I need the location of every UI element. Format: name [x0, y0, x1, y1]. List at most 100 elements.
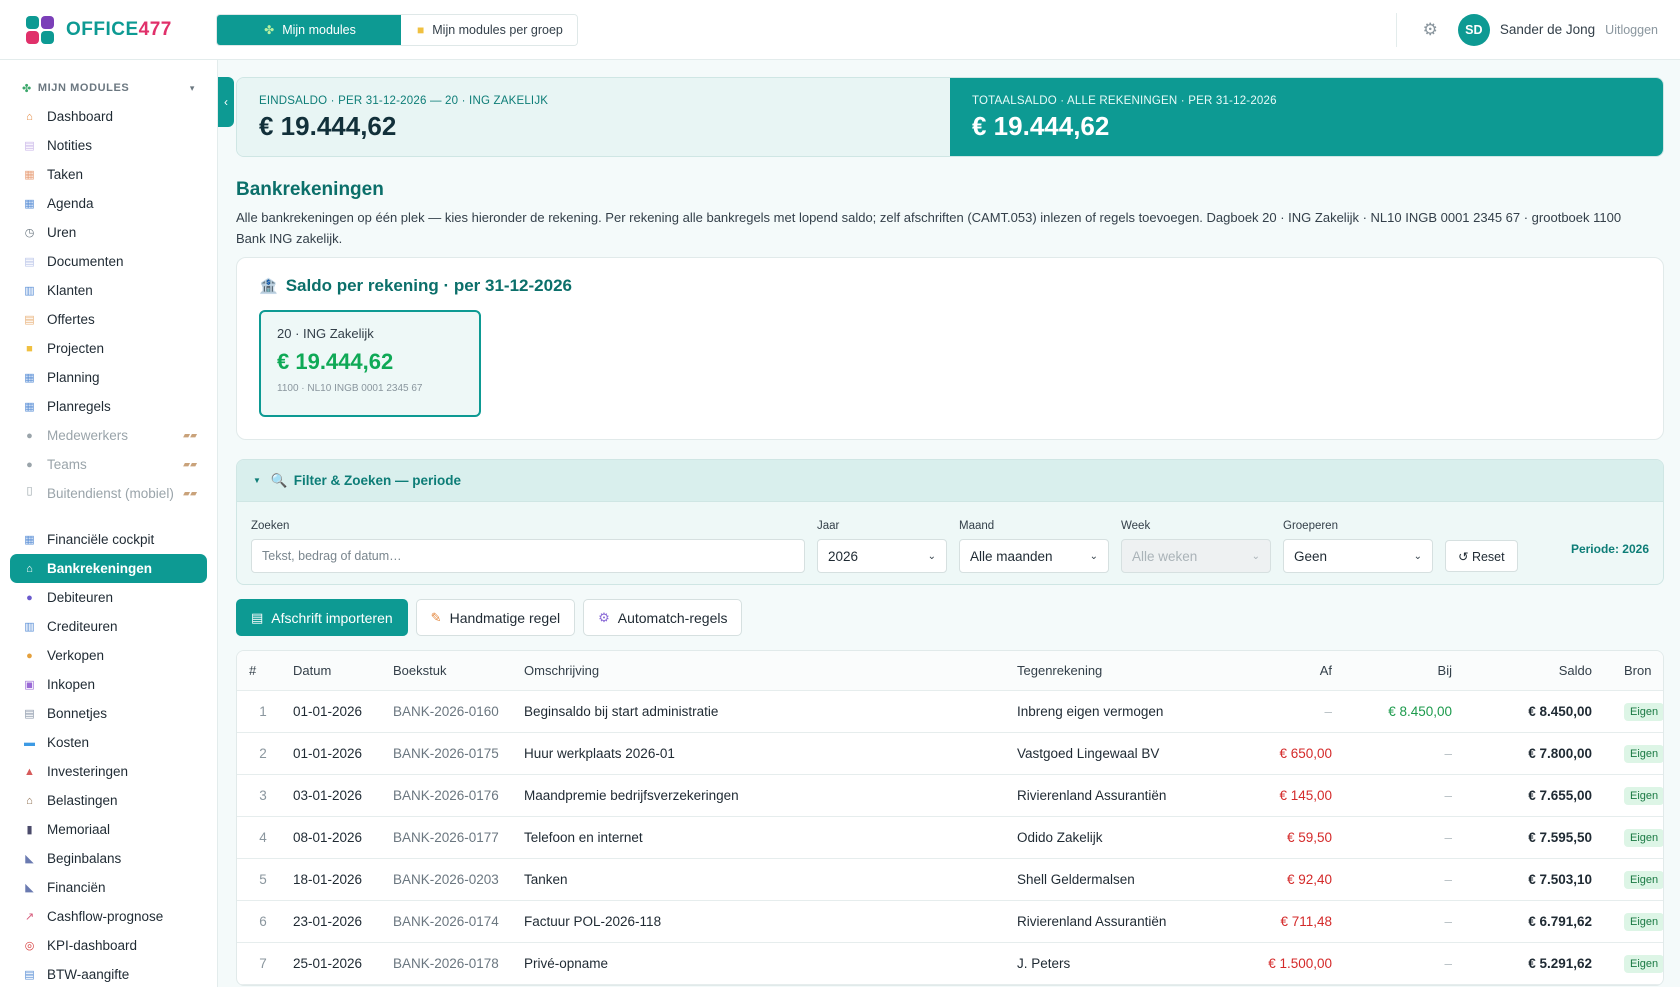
- group-select[interactable]: Geen ⌄: [1283, 539, 1433, 573]
- sidebar-item-debiteuren[interactable]: ● Debiteuren: [10, 583, 207, 612]
- divider: [1395, 12, 1397, 47]
- col-header-nr[interactable]: #: [237, 663, 285, 678]
- cell-saldo: € 7.655,00: [1528, 788, 1592, 803]
- book-icon: ▮: [26, 824, 33, 836]
- search-input[interactable]: Tekst, bedrag of datum…: [251, 539, 805, 573]
- sidebar-item-label: BTW-aangifte: [47, 967, 130, 982]
- sidebar-item-financiën[interactable]: ◣ Financiën: [10, 873, 207, 902]
- cell-datum: 01-01-2026: [293, 704, 363, 719]
- locked-badge-icon: ▰▰: [183, 459, 197, 469]
- sidebar-item-beginbalans[interactable]: ◣ Beginbalans: [10, 844, 207, 873]
- saldo-per-rekening-card: 🏦 Saldo per rekening · per 31-12-2026 20 …: [236, 257, 1664, 440]
- table-row[interactable]: 6 23-01-2026 BANK-2026-0174 Factuur POL-202…: [237, 901, 1663, 943]
- table-row[interactable]: 7 25-01-2026 BANK-2026-0178 Privé-opname J. …: [237, 943, 1663, 985]
- sidebar-item-planning[interactable]: ▦ Planning: [10, 363, 207, 392]
- col-header-af[interactable]: Af: [1259, 663, 1340, 678]
- folder-icon: ■: [26, 342, 33, 355]
- sidebar-item-teams[interactable]: ● Teams ▰▰: [10, 450, 207, 479]
- tab-mijn-modules-per-groep[interactable]: ■ Mijn modules per groep: [401, 14, 577, 45]
- sidebar-item-agenda[interactable]: ▦ Agenda: [10, 189, 207, 218]
- sidebar-item-taken[interactable]: ▦ Taken: [10, 160, 207, 189]
- sidebar-item-crediteuren[interactable]: ▥ Crediteuren: [10, 612, 207, 641]
- cell-boekstuk: BANK-2026-0160: [393, 704, 499, 719]
- sidebar-item-financiële-cockpit[interactable]: ▦ Financiële cockpit: [10, 525, 207, 554]
- sidebar-item-kosten[interactable]: ▬ Kosten: [10, 728, 207, 757]
- cell-tegenrekening: Shell Geldermalsen: [1017, 872, 1135, 887]
- table-body: 1 01-01-2026 BANK-2026-0160 Beginsaldo bij …: [237, 691, 1663, 985]
- settings-gear-icon[interactable]: ⚙: [1423, 20, 1438, 40]
- import-statement-button[interactable]: ▤ Afschrift importeren: [236, 599, 408, 636]
- sidebar-item-bankrekeningen[interactable]: ⌂ Bankrekeningen: [10, 554, 207, 583]
- cell-boekstuk: BANK-2026-0203: [393, 872, 499, 887]
- col-header-bij[interactable]: Bij: [1340, 663, 1460, 678]
- sidebar-item-uren[interactable]: ◷ Uren: [10, 218, 207, 247]
- table-row[interactable]: 5 18-01-2026 BANK-2026-0203 Tanken Shell Gel…: [237, 859, 1663, 901]
- manual-entry-button[interactable]: ✎ Handmatige regel: [415, 599, 576, 636]
- collapse-sidebar-button[interactable]: ‹: [218, 77, 234, 127]
- sidebar-item-btw-aangifte[interactable]: ▤ BTW-aangifte: [10, 960, 207, 987]
- sidebar-item-buitendienst-mobiel[interactable]: ▯ Buitendienst (mobiel) ▰▰: [10, 479, 207, 525]
- cell-n: 3: [259, 788, 267, 803]
- table-header: # Datum Boekstuk Omschrijving Tegenreken…: [237, 651, 1663, 691]
- sidebar-item-memoriaal[interactable]: ▮ Memoriaal: [10, 815, 207, 844]
- account-tile[interactable]: 20 · ING Zakelijk € 19.444,62 1100 · NL1…: [259, 310, 481, 417]
- tab-mijn-modules[interactable]: ✤ Mijn modules: [217, 14, 401, 45]
- logout-link[interactable]: Uitloggen: [1605, 23, 1658, 37]
- cell-omschrijving: Huur werkplaats 2026-01: [524, 746, 675, 761]
- automatch-rules-button[interactable]: ⚙ Automatch-regels: [583, 599, 743, 636]
- table-row[interactable]: 1 01-01-2026 BANK-2026-0160 Beginsaldo bij …: [237, 691, 1663, 733]
- phone-icon: ▯: [26, 485, 33, 497]
- sidebar-item-dashboard[interactable]: ⌂ Dashboard: [10, 102, 207, 131]
- bank-icon: ⌂: [26, 794, 33, 807]
- sidebar-item-projecten[interactable]: ■ Projecten: [10, 334, 207, 363]
- col-header-tegenrekening[interactable]: Tegenrekening: [1009, 663, 1259, 678]
- sidebar-item-belastingen[interactable]: ⌂ Belastingen: [10, 786, 207, 815]
- sidebar-item-label: Documenten: [47, 254, 124, 269]
- sidebar-item-medewerkers[interactable]: ● Medewerkers ▰▰: [10, 421, 207, 450]
- chevron-down-icon: ⌄: [927, 550, 936, 562]
- cell-bron: Eigen: [1600, 912, 1663, 931]
- col-header-boekstuk[interactable]: Boekstuk: [385, 663, 516, 678]
- app-logo[interactable]: OFFICE477: [26, 15, 216, 44]
- col-header-omschrijving[interactable]: Omschrijving: [516, 663, 1009, 678]
- month-select[interactable]: Alle maanden ⌄: [959, 539, 1109, 573]
- sidebar-item-klanten[interactable]: ▥ Klanten: [10, 276, 207, 305]
- col-header-datum[interactable]: Datum: [285, 663, 385, 678]
- sidebar-item-notities[interactable]: ▤ Notities: [10, 131, 207, 160]
- cell-af: € 92,40: [1286, 872, 1332, 887]
- table-row[interactable]: 2 01-01-2026 BANK-2026-0175 Huur werkplaats…: [237, 733, 1663, 775]
- col-header-saldo[interactable]: Saldo: [1460, 663, 1600, 678]
- week-select[interactable]: Alle weken ⌄: [1121, 539, 1271, 573]
- sidebar-heading[interactable]: ✤ MIJN MODULES ▾: [0, 74, 217, 102]
- building-icon: ▥: [24, 621, 35, 633]
- sidebar-item-cashflow-prognose[interactable]: ↗ Cashflow-prognose: [10, 902, 207, 931]
- cell-saldo: € 7.800,00: [1528, 746, 1592, 761]
- calendar-icon: ▦: [24, 198, 35, 210]
- cell-n: 4: [259, 830, 267, 845]
- reset-button[interactable]: ↺ Reset: [1445, 540, 1518, 572]
- receipt-icon: ▤: [24, 708, 35, 720]
- cell-bij: € 8.450,00: [1388, 704, 1452, 719]
- group-label: Groeperen: [1283, 520, 1338, 532]
- cell-af: € 145,00: [1279, 788, 1332, 803]
- col-header-bron[interactable]: Bron: [1600, 663, 1660, 678]
- filter-toggle[interactable]: ▼ 🔍 Filter & Zoeken — periode: [237, 460, 1663, 502]
- cell-datum: 25-01-2026: [293, 956, 363, 971]
- cell-bij: –: [1444, 872, 1452, 887]
- year-select[interactable]: 2026 ⌄: [817, 539, 947, 573]
- sidebar-item-kpi-dashboard[interactable]: ◎ KPI-dashboard: [10, 931, 207, 960]
- sidebar-item-offertes[interactable]: ▤ Offertes: [10, 305, 207, 334]
- sidebar-item-verkopen[interactable]: ● Verkopen: [10, 641, 207, 670]
- sidebar-item-planregels[interactable]: ▦ Planregels: [10, 392, 207, 421]
- sidebar-item-label: Investeringen: [47, 764, 129, 779]
- sidebar-item-inkopen[interactable]: ▣ Inkopen: [10, 670, 207, 699]
- avatar[interactable]: SD: [1457, 13, 1490, 46]
- table-row[interactable]: 3 03-01-2026 BANK-2026-0176 Maandpremie bed…: [237, 775, 1663, 817]
- locked-badge-icon: ▰▰: [183, 430, 197, 440]
- sidebar-item-investeringen[interactable]: ▲ Investeringen: [10, 757, 207, 786]
- sidebar-item-bonnetjes[interactable]: ▤ Bonnetjes: [10, 699, 207, 728]
- cell-omschrijving: Maandpremie bedrijfsverzekeringen: [524, 788, 739, 803]
- table-row[interactable]: 4 08-01-2026 BANK-2026-0177 Telefoon en int…: [237, 817, 1663, 859]
- cell-saldo: € 6.791,62: [1528, 914, 1592, 929]
- sidebar-item-documenten[interactable]: ▤ Documenten: [10, 247, 207, 276]
